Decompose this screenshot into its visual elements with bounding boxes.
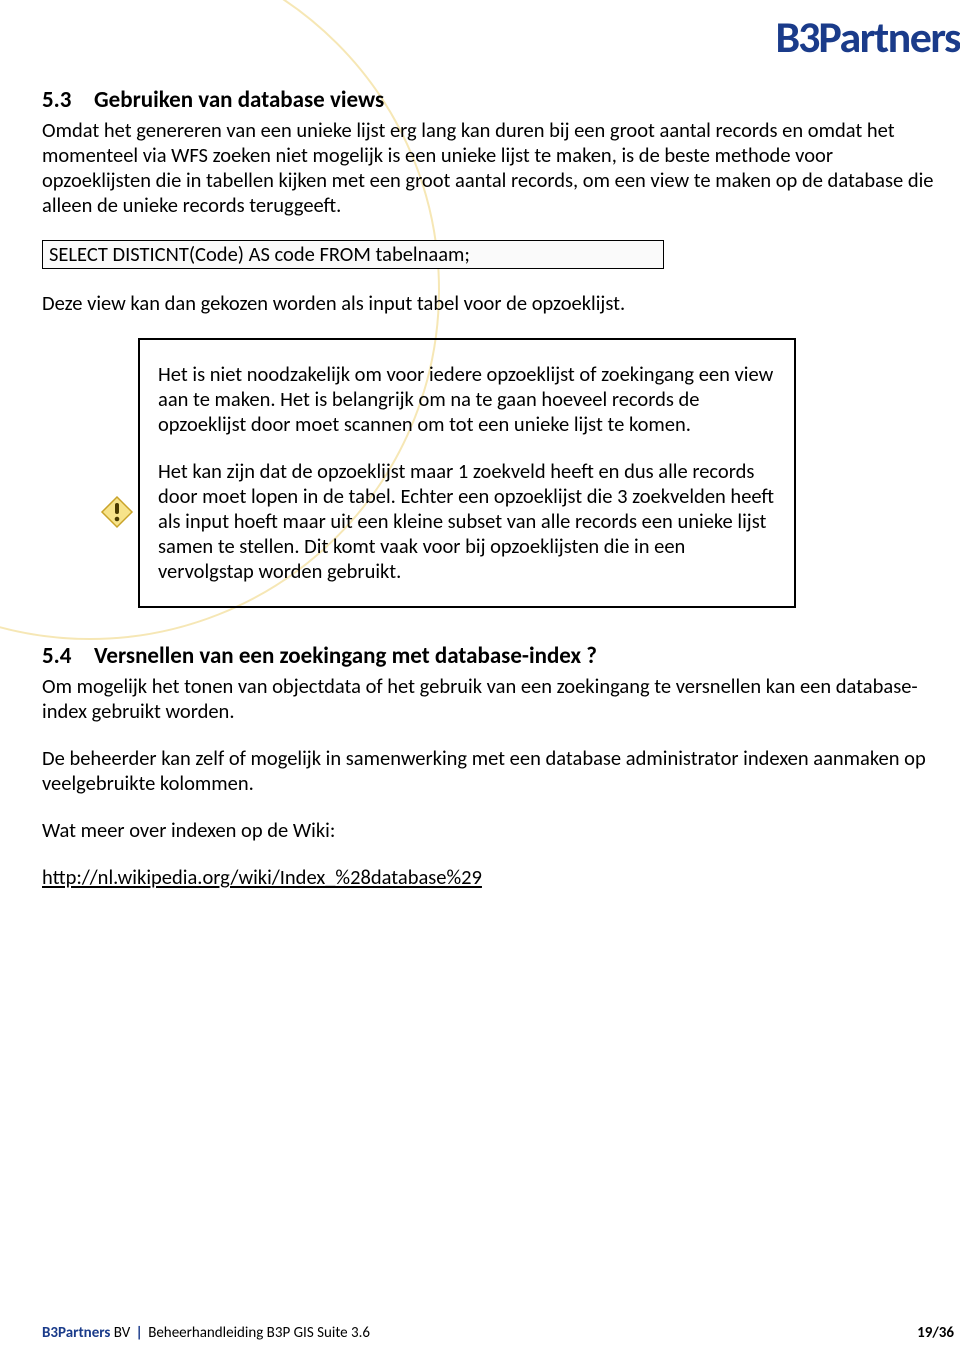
warning-icon [100, 495, 134, 529]
section-5-3-paragraph-2: Deze view kan dan gekozen worden als inp… [42, 291, 944, 316]
footer-company: B3Partners [42, 1324, 110, 1342]
note-box: Het is niet noodzakelijk om voor iedere … [138, 338, 796, 608]
note-paragraph-1: Het is niet noodzakelijk om voor iedere … [158, 362, 776, 437]
section-5-4-paragraph-2: De beheerder kan zelf of mogelijk in sam… [42, 746, 944, 796]
section-title: Versnellen van een zoekingang met databa… [94, 642, 597, 670]
section-number: 5.4 [42, 642, 76, 670]
sql-code: SELECT DISTICNT(Code) AS code FROM tabel… [49, 241, 470, 267]
footer-company-suffix: BV [110, 1324, 130, 1342]
section-5-4-heading: 5.4 Versnellen van een zoekingang met da… [42, 642, 944, 670]
section-title: Gebruiken van database views [94, 86, 384, 114]
page-footer: B3Partners BV | Beheerhandleiding B3P GI… [42, 1324, 960, 1342]
section-5-3-paragraph-1: Omdat het genereren van een unieke lijst… [42, 118, 944, 218]
section-number: 5.3 [42, 86, 76, 114]
footer-separator: | [130, 1324, 148, 1342]
sql-code-box: SELECT DISTICNT(Code) AS code FROM tabel… [42, 240, 664, 269]
footer-page-number: 19/36 [917, 1324, 954, 1342]
section-5-4-paragraph-1: Om mogelijk het tonen van objectdata of … [42, 674, 944, 724]
section-5-4-paragraph-3: Wat meer over indexen op de Wiki: [42, 818, 944, 843]
section-5-3-heading: 5.3 Gebruiken van database views [42, 86, 944, 114]
wikipedia-link[interactable]: http://nl.wikipedia.org/wiki/Index_%28da… [42, 864, 482, 890]
footer-left: B3Partners BV | Beheerhandleiding B3P GI… [42, 1324, 370, 1342]
note-paragraph-2: Het kan zijn dat de opzoeklijst maar 1 z… [158, 459, 776, 584]
footer-doc-title: Beheerhandleiding B3P GIS Suite 3.6 [148, 1324, 370, 1342]
